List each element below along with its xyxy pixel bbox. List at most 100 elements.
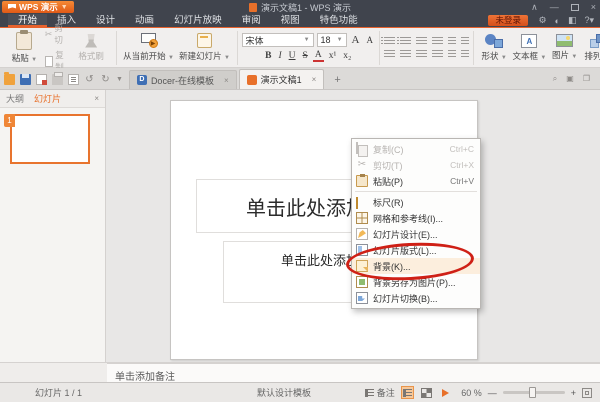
context-menu-item-slide-layout[interactable]: 幻灯片版式(L)... (352, 242, 480, 258)
text-direction-icon[interactable] (461, 37, 469, 46)
context-menu-item-background[interactable]: 背景(K)... (352, 258, 480, 274)
outline-tab[interactable]: 大纲 (6, 92, 24, 105)
tab-review[interactable]: 审阅 (232, 14, 271, 27)
line-spacing-icon[interactable] (448, 37, 456, 46)
context-menu-item-cut[interactable]: ✂ 剪切(T) Ctrl+X (352, 157, 480, 173)
window-title-wrap: 演示文稿1 - WPS 演示 (0, 1, 600, 14)
notes-toggle[interactable]: 备注 (365, 386, 395, 399)
context-menu-item-grid-guides[interactable]: 网格和参考线(I)... (352, 210, 480, 226)
new-slide-icon (197, 33, 212, 48)
collapse-ribbon-button[interactable]: ∧ (531, 2, 538, 13)
doc-tab-docer[interactable]: D Docer-在线模板 × (129, 70, 237, 89)
skin-icon[interactable]: ◧ (568, 15, 577, 26)
increase-indent-icon[interactable] (432, 37, 443, 46)
print-icon[interactable] (52, 74, 63, 85)
grow-font-button[interactable]: A (350, 34, 362, 46)
close-button[interactable]: × (591, 2, 596, 12)
doc-tab-current[interactable]: 演示文稿1 × (239, 69, 325, 89)
tab-home[interactable]: 开始 (8, 14, 47, 27)
slides-tab[interactable]: 幻灯片 (34, 92, 61, 105)
tab-slideshow[interactable]: 幻灯片放映 (164, 14, 232, 27)
font-color-button[interactable]: A (313, 50, 324, 62)
login-button[interactable]: 未登录 (488, 15, 528, 26)
bold-button[interactable]: B (263, 51, 273, 61)
align-right-icon[interactable] (416, 50, 427, 59)
numbering-icon[interactable] (400, 37, 411, 46)
customize-toolbar-icon[interactable]: ▼ (116, 74, 123, 85)
textbox-button[interactable]: A 文本框 ▼ (510, 30, 548, 66)
undo-icon[interactable]: ↺ (84, 74, 95, 85)
align-left-icon[interactable] (384, 50, 395, 59)
normal-view-button[interactable] (401, 386, 414, 399)
subscript-button[interactable]: x₂ (341, 51, 353, 61)
context-menu-item-ruler[interactable]: 标尺(R) (352, 194, 480, 210)
cut-button[interactable]: ✂剪切 (45, 22, 71, 46)
notes-area[interactable]: 单击添加备注 (107, 362, 600, 382)
zoom-slider-handle[interactable] (529, 387, 536, 398)
arrange-button[interactable]: 排列 ▼ (581, 30, 600, 66)
bullets-icon[interactable] (384, 37, 395, 46)
format-painter-button[interactable]: 格式刷 (71, 30, 112, 66)
start-from-current-button[interactable]: ▶ 从当前开始 ▼ (121, 30, 177, 66)
shapes-button[interactable]: 形状 ▼ (478, 30, 510, 66)
font-size-select[interactable]: 18▼ (317, 33, 347, 47)
underline-button[interactable]: U (287, 51, 298, 61)
slide-sorter-view-button[interactable] (420, 386, 433, 399)
notes-left-filler (0, 362, 107, 382)
ruler-icon (356, 197, 358, 209)
open-folder-icon[interactable] (4, 74, 15, 85)
status-bar: 幻灯片 1 / 1 默认设计模板 备注 60 % — + (0, 382, 600, 402)
shrink-font-button[interactable]: A (364, 35, 375, 45)
zoom-slider[interactable] (503, 391, 565, 394)
copy-icon (356, 142, 358, 154)
decrease-indent-icon[interactable] (416, 37, 427, 46)
redo-icon[interactable]: ↻ (100, 74, 111, 85)
justify-icon[interactable] (432, 50, 443, 59)
arrange-windows-icon[interactable]: ❐ (583, 74, 590, 84)
clipboard-group: 粘贴 ▼ ✂剪切 复制 格式刷 (0, 28, 116, 67)
save-icon[interactable] (20, 74, 31, 85)
picture-icon (556, 34, 573, 47)
paste-icon (16, 32, 32, 50)
switch-window-icon[interactable]: ⌕ (553, 74, 557, 84)
maximize-button[interactable] (571, 4, 579, 11)
close-tab-icon[interactable]: × (224, 76, 229, 85)
template-name[interactable]: 默认设计模板 (257, 386, 311, 399)
strikethrough-button[interactable]: S (301, 51, 310, 61)
context-menu-item-slide-design[interactable]: 幻灯片设计(E)... (352, 226, 480, 242)
slide-layout-icon (356, 244, 368, 256)
superscript-button[interactable]: x¹ (327, 51, 339, 61)
context-menu-item-save-background[interactable]: 背景另存为图片(P)... (352, 274, 480, 290)
close-panel-icon[interactable]: × (94, 94, 99, 103)
print-preview-icon[interactable] (68, 74, 79, 85)
slide-transition-icon (356, 292, 368, 304)
new-slide-button[interactable]: 新建幻灯片 ▼ (177, 30, 233, 66)
tab-special-features[interactable]: 特色功能 (310, 14, 368, 27)
tab-design[interactable]: 设计 (86, 14, 125, 27)
zoom-in-button[interactable]: + (571, 388, 576, 398)
close-tab-icon[interactable]: × (312, 75, 317, 84)
context-menu-item-copy[interactable]: 复制(C) Ctrl+C (352, 141, 480, 157)
slideshow-view-button[interactable] (439, 386, 452, 399)
context-menu-item-paste[interactable]: 粘贴(P) Ctrl+V (352, 173, 480, 189)
minimize-button[interactable]: — (550, 2, 559, 12)
zoom-out-button[interactable]: — (488, 388, 497, 398)
new-document-tab-button[interactable]: + (326, 74, 348, 89)
tab-view[interactable]: 视图 (271, 14, 310, 27)
feedback-icon[interactable]: ◐ (555, 16, 560, 26)
slide-thumbnail-1[interactable]: 1 (10, 114, 90, 164)
fit-to-window-button[interactable] (582, 388, 592, 398)
export-pdf-icon[interactable] (36, 74, 47, 85)
italic-button[interactable]: I (276, 51, 283, 61)
context-menu-item-slide-transition[interactable]: 幻灯片切换(B)... (352, 290, 480, 306)
help-icon[interactable]: ?▾ (584, 15, 594, 26)
picture-button[interactable]: 图片 ▼ (548, 30, 580, 66)
layout-mode-icon[interactable]: ▣ (566, 74, 574, 84)
distribute-icon[interactable] (448, 50, 456, 59)
font-name-select[interactable]: 宋体▼ (242, 33, 314, 47)
settings-gear-icon[interactable]: ⚙ (538, 15, 546, 26)
columns-icon[interactable] (461, 50, 469, 59)
paste-button[interactable]: 粘贴 ▼ (4, 30, 45, 66)
align-center-icon[interactable] (400, 50, 411, 59)
tab-animation[interactable]: 动画 (125, 14, 164, 27)
